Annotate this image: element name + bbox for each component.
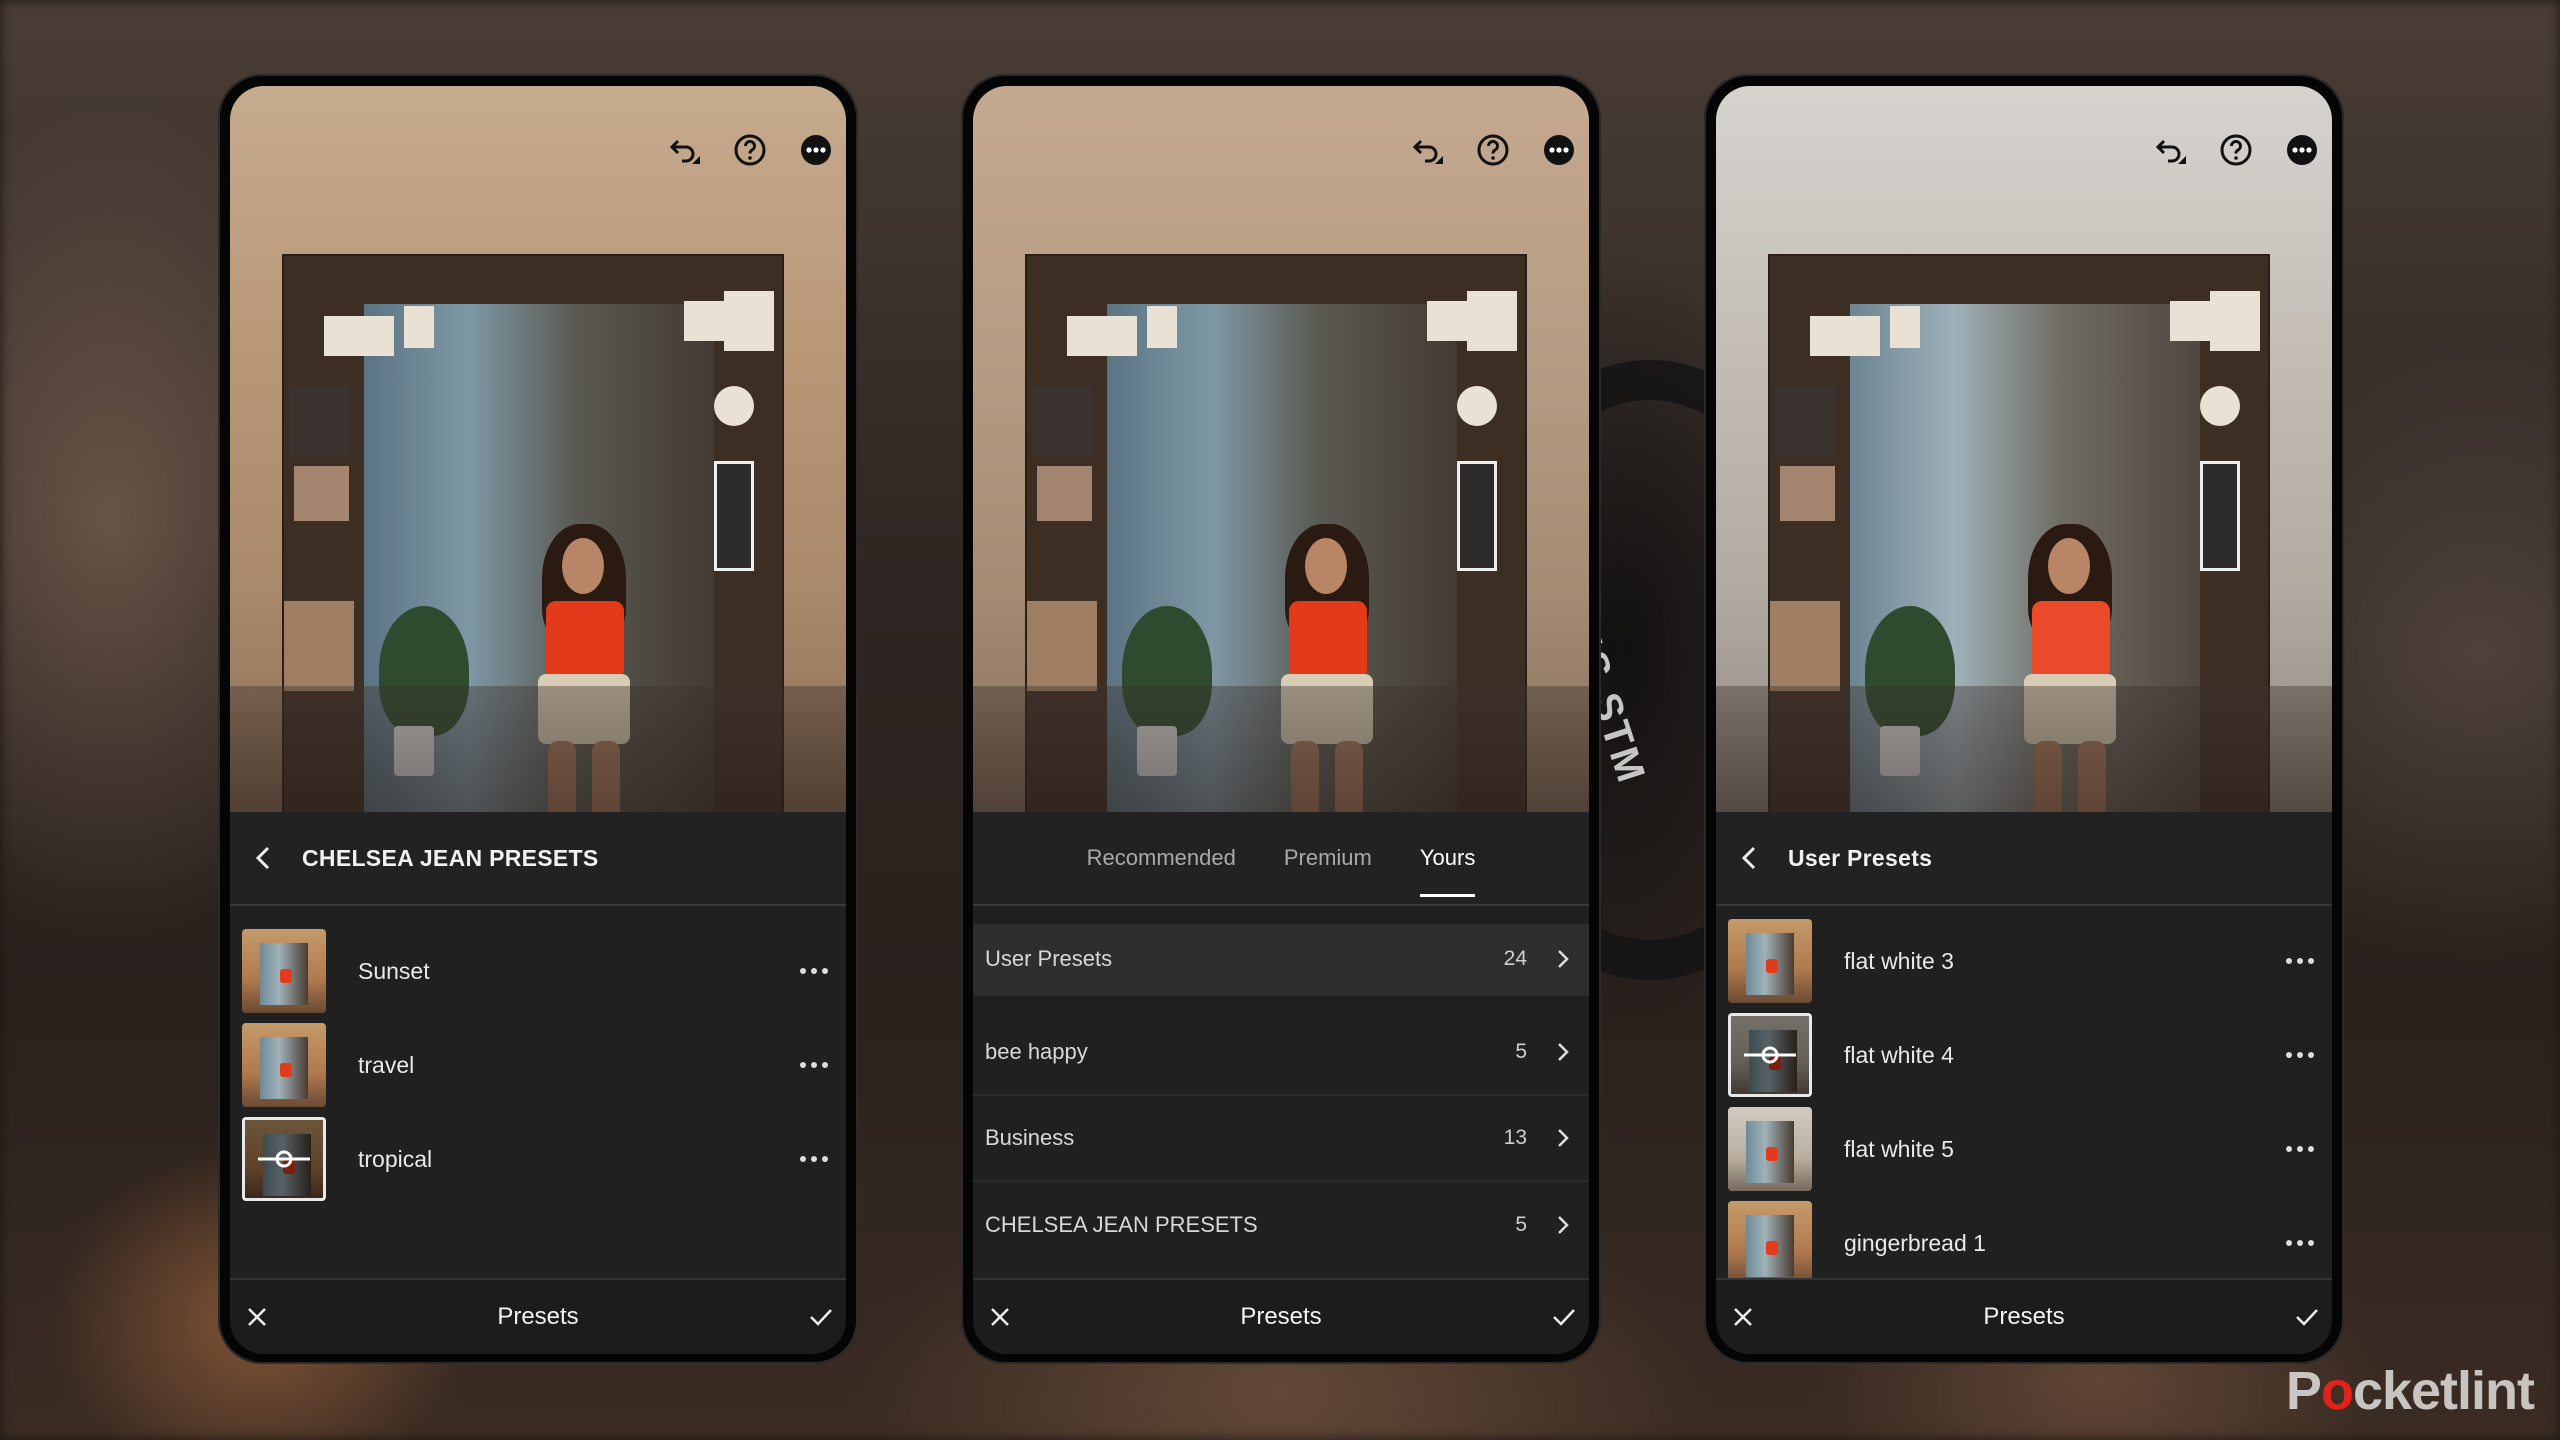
- amount-slider-icon: [245, 1120, 323, 1198]
- bottom-bar: Presets: [230, 1278, 846, 1354]
- preset-thumbnail: [1728, 1201, 1812, 1285]
- group-row[interactable]: Business 13: [973, 1096, 1589, 1182]
- header-title: CHELSEA JEAN PRESETS: [302, 844, 599, 871]
- list-item[interactable]: travel: [230, 1018, 846, 1112]
- preset-list: Sunset travel tropical: [230, 906, 846, 1206]
- preset-thumbnail: [1728, 1107, 1812, 1191]
- bottom-bar: Presets: [973, 1278, 1589, 1354]
- chevron-right-icon: [1551, 947, 1575, 971]
- more-options-icon[interactable]: [796, 1149, 832, 1169]
- preset-thumbnail-selected: [242, 1117, 326, 1201]
- cancel-icon[interactable]: [1726, 1300, 1760, 1334]
- cancel-icon[interactable]: [240, 1300, 274, 1334]
- help-icon[interactable]: [2218, 132, 2254, 168]
- help-icon[interactable]: [732, 132, 768, 168]
- more-icon[interactable]: [798, 132, 834, 168]
- phone-frame-1: CHELSEA JEAN PRESETS Sunset travel tropi…: [218, 74, 858, 1364]
- preset-group-header: CHELSEA JEAN PRESETS: [230, 812, 846, 906]
- photo-preview: [1716, 86, 2332, 812]
- preset-name: Sunset: [358, 957, 430, 984]
- back-chevron-icon[interactable]: [244, 838, 284, 878]
- watermark-logo: Pocketlint: [2285, 1361, 2535, 1421]
- more-options-icon[interactable]: [2282, 1045, 2318, 1065]
- header-title: User Presets: [1788, 844, 1933, 871]
- preset-name: travel: [358, 1051, 415, 1078]
- phone-screen-1: CHELSEA JEAN PRESETS Sunset travel tropi…: [230, 86, 846, 1354]
- undo-icon[interactable]: [666, 132, 702, 168]
- preset-name: flat white 3: [1844, 947, 1954, 974]
- list-item[interactable]: flat white 3: [1716, 914, 2332, 1008]
- chevron-right-icon: [1551, 1213, 1575, 1237]
- help-icon[interactable]: [1475, 132, 1511, 168]
- confirm-icon[interactable]: [2290, 1300, 2324, 1334]
- bottom-bar: Presets: [1716, 1278, 2332, 1354]
- confirm-icon[interactable]: [804, 1300, 838, 1334]
- phone-frame-3: User Presets flat white 3 flat white 4 f…: [1704, 74, 2344, 1364]
- chevron-right-icon: [1551, 1040, 1575, 1064]
- preset-group-header: User Presets: [1716, 812, 2332, 906]
- group-count: 5: [1515, 1040, 1527, 1063]
- more-options-icon[interactable]: [2282, 1233, 2318, 1253]
- group-name: CHELSEA JEAN PRESETS: [985, 1212, 1258, 1237]
- group-count: 24: [1503, 947, 1527, 970]
- undo-icon[interactable]: [2152, 132, 2188, 168]
- amount-slider-icon: [1731, 1016, 1809, 1094]
- preset-name: gingerbread 1: [1844, 1229, 1986, 1256]
- group-row[interactable]: bee happy 5: [973, 1010, 1589, 1096]
- more-options-icon[interactable]: [796, 961, 832, 981]
- phone-screen-3: User Presets flat white 3 flat white 4 f…: [1716, 86, 2332, 1354]
- preset-list: flat white 3 flat white 4 flat white 5 g…: [1716, 906, 2332, 1290]
- phone-screen-2: Recommended Premium Yours User Presets 2…: [973, 86, 1589, 1354]
- group-name: Business: [985, 1125, 1075, 1150]
- list-item[interactable]: Sunset: [230, 924, 846, 1018]
- more-icon[interactable]: [1541, 132, 1577, 168]
- cancel-icon[interactable]: [983, 1300, 1017, 1334]
- more-options-icon[interactable]: [2282, 1139, 2318, 1159]
- photo-toolbar: [1409, 132, 1577, 168]
- list-item[interactable]: flat white 5: [1716, 1102, 2332, 1196]
- preset-group-list: User Presets 24 bee happy 5 Business 13 …: [973, 924, 1589, 1268]
- tab-recommended[interactable]: Recommended: [1087, 837, 1236, 879]
- preset-thumbnail-selected: [1728, 1013, 1812, 1097]
- group-name: bee happy: [985, 1039, 1088, 1064]
- photo-toolbar: [2152, 132, 2320, 168]
- more-options-icon[interactable]: [796, 1055, 832, 1075]
- bottom-title: Presets: [1240, 1303, 1322, 1330]
- preset-name: flat white 5: [1844, 1135, 1954, 1162]
- tab-yours[interactable]: Yours: [1419, 837, 1476, 897]
- back-chevron-icon[interactable]: [1730, 838, 1770, 878]
- undo-icon[interactable]: [1409, 132, 1445, 168]
- group-row[interactable]: User Presets 24: [973, 924, 1589, 996]
- tab-premium[interactable]: Premium: [1284, 837, 1372, 879]
- preset-name: flat white 4: [1844, 1041, 1954, 1068]
- preset-thumbnail: [242, 1023, 326, 1107]
- list-item[interactable]: flat white 4: [1716, 1008, 2332, 1102]
- preset-name: tropical: [358, 1145, 433, 1172]
- group-row[interactable]: CHELSEA JEAN PRESETS 5: [973, 1182, 1589, 1268]
- preset-tabs: Recommended Premium Yours: [973, 812, 1589, 906]
- chevron-right-icon: [1551, 1126, 1575, 1150]
- photo-toolbar: [666, 132, 834, 168]
- confirm-icon[interactable]: [1547, 1300, 1581, 1334]
- preset-thumbnail: [1728, 919, 1812, 1003]
- photo-preview: [973, 86, 1589, 812]
- group-name: User Presets: [985, 946, 1113, 971]
- bottom-title: Presets: [1983, 1303, 2065, 1330]
- group-count: 5: [1515, 1213, 1527, 1236]
- more-options-icon[interactable]: [2282, 951, 2318, 971]
- phone-frame-2: Recommended Premium Yours User Presets 2…: [961, 74, 1601, 1364]
- list-item[interactable]: gingerbread 1: [1716, 1196, 2332, 1290]
- list-item[interactable]: tropical: [230, 1112, 846, 1206]
- group-count: 13: [1503, 1126, 1527, 1149]
- bottom-title: Presets: [497, 1303, 579, 1330]
- preset-thumbnail: [242, 929, 326, 1013]
- photo-preview: [230, 86, 846, 812]
- more-icon[interactable]: [2284, 132, 2320, 168]
